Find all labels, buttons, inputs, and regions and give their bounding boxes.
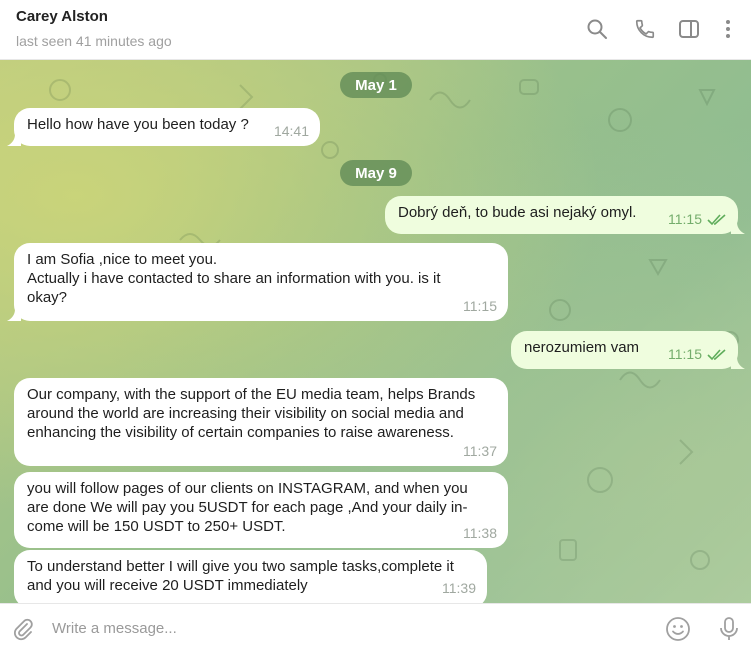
incoming-message[interactable]: I am Sofia ,nice to meet you. Actually i…: [7, 243, 508, 321]
microphone-icon[interactable]: [716, 616, 742, 642]
message-composer: [0, 603, 751, 651]
message-time: 11:39: [442, 580, 476, 596]
date-separator: May 1: [340, 72, 412, 98]
message-time: 11:15: [668, 346, 702, 362]
message-meta: 11:15: [668, 210, 727, 229]
message-meta: 11:15: [463, 297, 497, 316]
message-text: Our company, with the support of the EU …: [27, 386, 476, 441]
message-meta: 11:39: [442, 579, 476, 598]
message-time: 11:15: [463, 298, 497, 314]
outgoing-message[interactable]: Dobrý deň, to bude asi nejaký omyl. 11:1…: [385, 196, 745, 234]
message-time: 11:38: [463, 525, 497, 541]
incoming-message[interactable]: you will follow pages of our clients on …: [14, 472, 508, 548]
message-text: Hello how have you been today ?: [27, 116, 249, 133]
outgoing-message[interactable]: nerozumiem vam 11:15: [511, 331, 745, 369]
message-meta: 11:15: [668, 345, 727, 364]
message-area[interactable]: May 1 May 9 Hello how have you been toda…: [0, 60, 751, 603]
phone-icon[interactable]: [633, 17, 657, 41]
date-separator: May 9: [340, 160, 412, 186]
message-meta: 14:41: [274, 122, 309, 141]
contact-status: last seen 41 minutes ago: [16, 33, 172, 49]
double-check-icon: [707, 348, 726, 360]
message-meta: 11:38: [463, 524, 497, 543]
bubble-tail: [731, 357, 745, 369]
attach-icon[interactable]: [10, 616, 36, 642]
double-check-icon: [707, 213, 726, 225]
bubble-tail: [7, 309, 21, 321]
message-text: I am Sofia ,nice to meet you. Actually i…: [27, 251, 441, 306]
incoming-message[interactable]: To understand better I will give you two…: [14, 550, 487, 603]
message-input[interactable]: [52, 616, 632, 640]
message-time: 11:15: [668, 211, 702, 227]
chat-header: Carey Alston last seen 41 minutes ago: [0, 0, 751, 60]
emoji-icon[interactable]: [665, 616, 691, 642]
bubble-tail: [731, 222, 745, 234]
message-meta: 11:37: [463, 442, 497, 461]
message-time: 11:37: [463, 443, 497, 459]
sidebar-toggle-icon[interactable]: [677, 17, 701, 41]
message-time: 14:41: [273, 123, 309, 139]
contact-name[interactable]: Carey Alston: [16, 8, 108, 25]
more-vertical-icon[interactable]: [716, 17, 740, 41]
bubble-tail: [7, 134, 21, 146]
message-text: To understand better I will give you two…: [27, 558, 454, 594]
message-text: you will follow pages of our clients on …: [27, 480, 468, 535]
incoming-message[interactable]: Hello how have you been today ? 14:41: [7, 108, 320, 146]
incoming-message[interactable]: Our company, with the support of the EU …: [14, 378, 508, 466]
search-icon[interactable]: [585, 17, 609, 41]
